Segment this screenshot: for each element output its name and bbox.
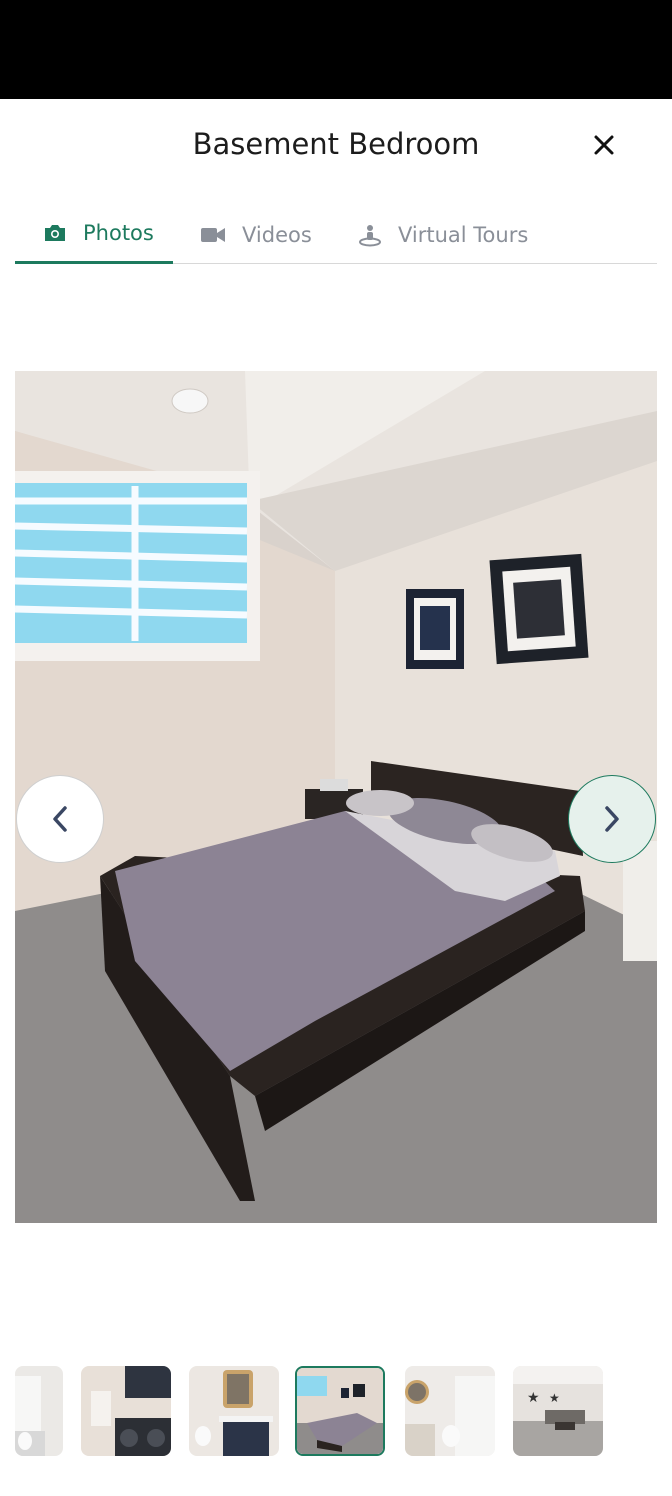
tab-label: Photos [83, 221, 154, 245]
chevron-left-icon [53, 806, 67, 832]
media-tabs: Photos Videos Virtual Tours [15, 205, 657, 264]
thumbnail-bathroom-shower[interactable] [15, 1366, 63, 1456]
thumbnail-laundry[interactable] [81, 1366, 171, 1456]
tab-virtual-tours[interactable]: Virtual Tours [358, 205, 528, 264]
previous-photo-button[interactable] [16, 775, 104, 863]
thumbnail-strip: ★ ★ [15, 1366, 657, 1458]
chevron-right-icon [605, 806, 619, 832]
thumbnail-bathroom-toilet[interactable] [405, 1366, 495, 1456]
bedroom-photo [15, 371, 657, 1223]
thumbnail-bedroom[interactable] [295, 1366, 385, 1456]
thumbnail-living-room[interactable]: ★ ★ [513, 1366, 603, 1456]
person-360-icon [358, 223, 382, 247]
page-title: Basement Bedroom [192, 127, 480, 161]
tab-photos[interactable]: Photos [15, 205, 173, 264]
camera-icon [43, 223, 67, 243]
close-icon [594, 135, 614, 155]
header: Basement Bedroom [0, 99, 672, 199]
next-photo-button[interactable] [568, 775, 656, 863]
tab-label: Virtual Tours [398, 222, 529, 247]
close-button[interactable] [586, 127, 622, 163]
tab-videos[interactable]: Videos [200, 205, 312, 264]
main-photo[interactable] [15, 371, 657, 1223]
video-camera-icon [200, 226, 226, 244]
status-bar [0, 0, 672, 99]
thumbnail-bathroom-vanity[interactable] [189, 1366, 279, 1456]
svg-text:★: ★ [527, 1390, 540, 1406]
svg-text:★: ★ [549, 1391, 560, 1405]
tab-label: Videos [242, 222, 312, 247]
